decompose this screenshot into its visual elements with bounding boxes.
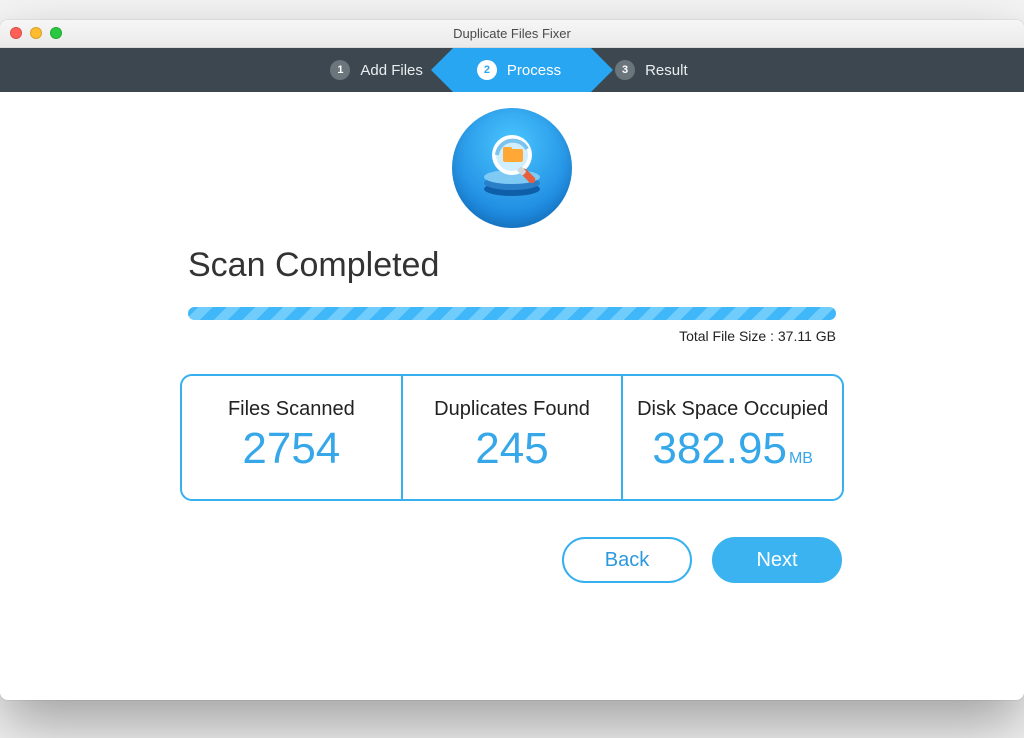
step-bar: 1 Add Files 2 Process 3 Result — [0, 48, 1024, 92]
step-number: 3 — [615, 60, 635, 80]
step-label: Add Files — [360, 62, 423, 79]
stat-label: Disk Space Occupied — [633, 398, 832, 421]
next-button[interactable]: Next — [712, 537, 842, 583]
stat-label: Duplicates Found — [413, 398, 612, 421]
scan-completed-heading: Scan Completed — [188, 246, 1024, 285]
stats-panel: Files Scanned 2754 Duplicates Found 245 … — [180, 374, 844, 501]
step-result[interactable]: 3 Result — [591, 48, 718, 92]
stat-unit: MB — [789, 450, 813, 467]
app-window: Duplicate Files Fixer 1 Add Files 2 Proc… — [0, 20, 1024, 700]
step-number: 2 — [477, 60, 497, 80]
stat-value: 245 — [413, 425, 612, 473]
window-controls — [10, 27, 62, 39]
magnifier-files-icon — [467, 123, 557, 213]
app-logo-icon — [452, 108, 572, 228]
maximize-icon[interactable] — [50, 27, 62, 39]
stat-value: 382.95MB — [633, 425, 832, 473]
action-buttons: Back Next — [0, 501, 1024, 583]
close-icon[interactable] — [10, 27, 22, 39]
window-title: Duplicate Files Fixer — [453, 26, 571, 41]
stat-disk-space: Disk Space Occupied 382.95MB — [621, 376, 842, 499]
titlebar: Duplicate Files Fixer — [0, 20, 1024, 48]
minimize-icon[interactable] — [30, 27, 42, 39]
stat-duplicates-found: Duplicates Found 245 — [401, 376, 622, 499]
step-label: Process — [507, 62, 561, 79]
stat-files-scanned: Files Scanned 2754 — [182, 376, 401, 499]
content-area: Scan Completed Total File Size : 37.11 G… — [0, 92, 1024, 700]
step-label: Result — [645, 62, 688, 79]
step-process[interactable]: 2 Process — [453, 48, 591, 92]
stat-label: Files Scanned — [192, 398, 391, 421]
stat-value: 2754 — [192, 425, 391, 473]
step-number: 1 — [330, 60, 350, 80]
progress-bar — [188, 307, 836, 320]
back-button[interactable]: Back — [562, 537, 692, 583]
total-file-size: Total File Size : 37.11 GB — [188, 328, 836, 344]
